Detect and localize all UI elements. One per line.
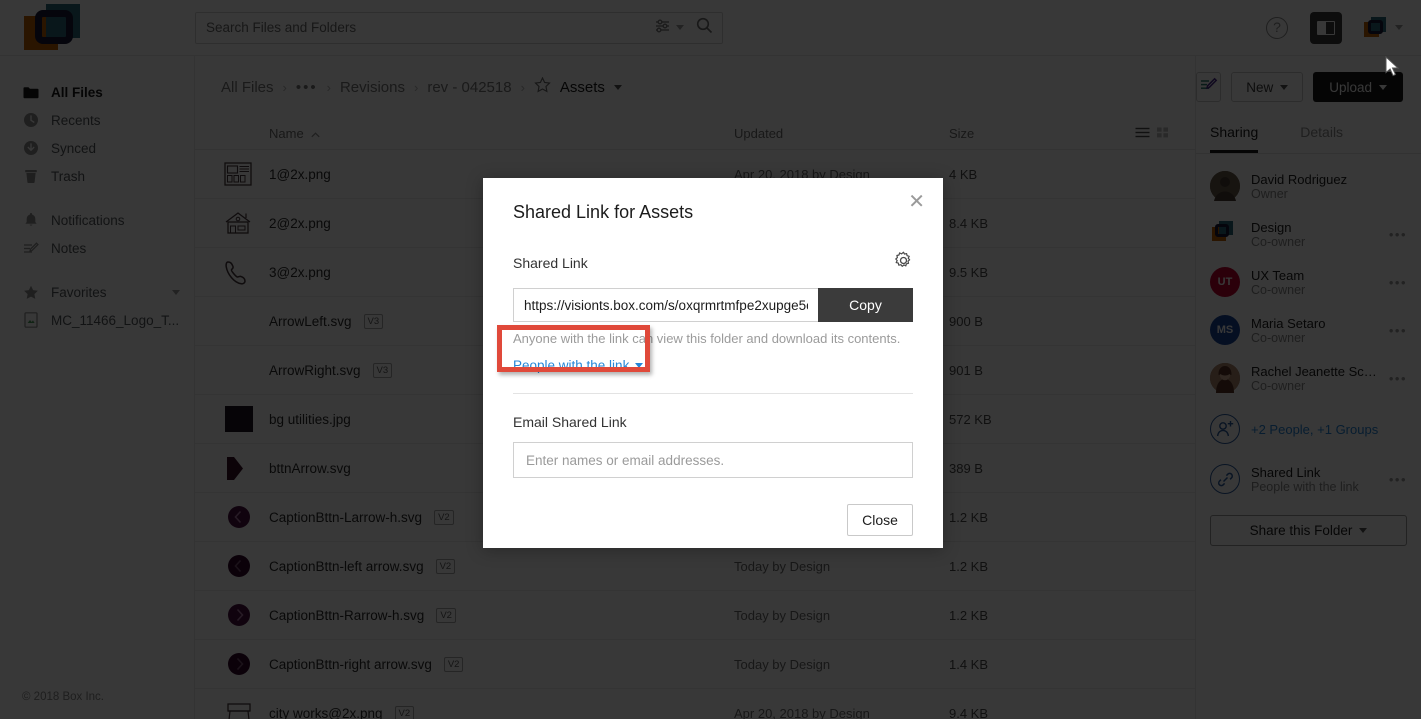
shared-link-url-input[interactable] [513,288,818,322]
copy-button[interactable]: Copy [818,288,913,322]
email-shared-link-label: Email Shared Link [513,414,627,430]
modal-title: Shared Link for Assets [513,202,694,222]
gear-icon[interactable] [894,251,913,275]
modal-body: Shared Link Copy Anyone with the link ca… [483,251,943,536]
modal-footer: Close [513,504,913,536]
close-button[interactable]: Close [847,504,913,536]
shared-link-label-row: Shared Link [513,251,913,275]
modal-divider [513,393,913,394]
email-recipients-input[interactable] [513,442,913,478]
highlight-box-people-with-the-link [497,325,650,372]
shared-link-input-row: Copy [513,288,913,322]
mouse-cursor [1385,55,1401,83]
shared-link-label: Shared Link [513,255,588,271]
close-icon[interactable]: ✕ [908,192,925,212]
